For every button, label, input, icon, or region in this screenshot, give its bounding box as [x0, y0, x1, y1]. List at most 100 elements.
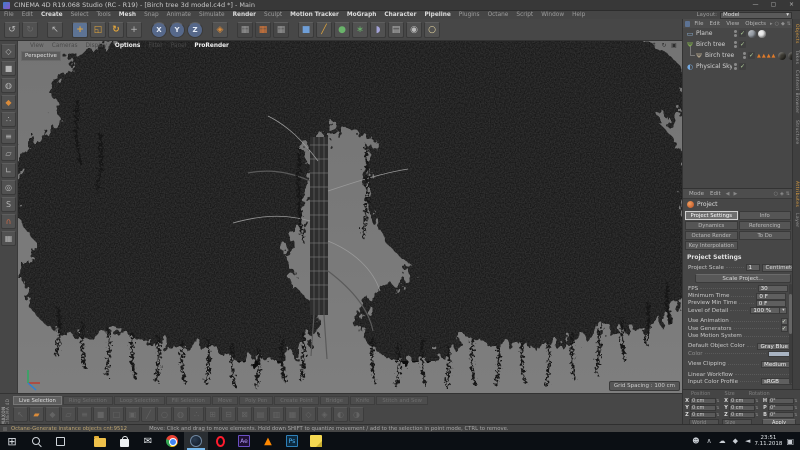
menu-item[interactable]: Help [568, 12, 589, 18]
scale-project-button[interactable]: Scale Project... [695, 274, 791, 283]
coordinate-field[interactable]: X0 cm⇅ [723, 397, 762, 404]
attribute-field-row[interactable]: Minimum Time 0 F Max [683, 292, 800, 299]
snap-icon[interactable]: S [1, 197, 16, 212]
menu-item[interactable]: Motion Tracker [286, 12, 343, 18]
texture-tag[interactable] [758, 30, 766, 38]
attribute-tab[interactable]: To Do [739, 231, 792, 240]
attribute-tab[interactable]: Octane Render [685, 231, 738, 240]
light-icon[interactable]: ○ [424, 22, 440, 38]
enabled-check-icon[interactable]: ✓ [739, 41, 746, 48]
object-name[interactable]: Birch tree [696, 41, 732, 48]
make-editable-icon[interactable]: ◇ [1, 44, 16, 59]
sticky-notes-icon[interactable] [304, 432, 328, 450]
tool-icon[interactable]: ⊠ [237, 407, 252, 422]
last-tool-icon[interactable]: + [126, 22, 142, 38]
Birch tree[interactable]: Ψ Birch tree ✓ [683, 39, 800, 50]
chevron-down-icon[interactable]: ▾ [780, 307, 787, 314]
attribute-field-row[interactable]: Use Generators ✓ Use [683, 325, 800, 332]
rotation-header[interactable]: Rotation [749, 391, 770, 397]
viewport-menu-item[interactable]: Cameras [48, 43, 82, 49]
defender-icon[interactable]: ◆ [733, 437, 738, 445]
tool-icon[interactable]: ▥ [269, 407, 284, 422]
attribute-field-row[interactable]: Level of Detail 100 % ▾ Ren [683, 307, 800, 314]
attribute-object-row[interactable]: Project [683, 199, 800, 210]
tool-tab[interactable]: Knife [350, 396, 375, 405]
object-manager-menu-item[interactable]: Objects [742, 21, 769, 27]
view-label[interactable]: Perspective [21, 51, 61, 61]
cinema4d-icon[interactable] [184, 432, 208, 450]
menu-item[interactable]: Snap [140, 12, 163, 18]
tool-icon[interactable]: ╱ [141, 407, 156, 422]
file-explorer-icon[interactable] [88, 432, 112, 450]
primitive-cube-icon[interactable]: ■ [298, 22, 314, 38]
menu-item[interactable]: Create [37, 12, 67, 18]
menu-item[interactable]: Mesh [115, 12, 140, 18]
texture-tag[interactable] [748, 30, 756, 38]
tool-tab[interactable]: Move [212, 396, 238, 405]
menu-item[interactable]: Edit [18, 12, 37, 18]
object-name[interactable]: Plane [696, 30, 732, 37]
tool-icon[interactable]: ▤ [253, 407, 268, 422]
coord-system-icon[interactable]: ◈ [212, 22, 228, 38]
select-tool-icon[interactable]: ↖ [47, 22, 63, 38]
lock-x-icon[interactable]: X [151, 22, 167, 38]
attribute-tab[interactable]: Project Settings [685, 211, 738, 220]
tool-icon[interactable]: ▱ [61, 407, 76, 422]
undo-icon[interactable]: ↺ [4, 22, 20, 38]
attribute-field-row[interactable]: Default Object Color Gray Blue ▾ [683, 343, 800, 350]
attribute-menu-item[interactable]: Edit [707, 191, 724, 197]
object-manager-menu-item[interactable]: File [691, 21, 706, 27]
attribute-field-row[interactable]: Use Animation ✓ Use [683, 318, 800, 325]
field-value[interactable]: 0 F [756, 293, 786, 300]
menu-item[interactable]: Octane [484, 12, 513, 18]
title-bar[interactable]: CINEMA 4D R19.068 Studio (RC - R19) - [B… [0, 0, 800, 11]
menu-item[interactable]: Simulate [195, 12, 229, 18]
visibility-dots[interactable] [743, 52, 746, 59]
menu-item[interactable]: Animate [163, 12, 195, 18]
tool-tab[interactable]: Ring Selection [63, 396, 113, 405]
tool-icon[interactable]: ◍ [173, 407, 188, 422]
viewport-canvas[interactable] [18, 41, 682, 393]
move-tool-icon[interactable]: + [72, 22, 88, 38]
viewport-menu-item[interactable]: Panel [167, 43, 191, 49]
close-button[interactable]: × [783, 0, 800, 10]
field-checkbox[interactable]: ✓ [781, 318, 788, 325]
menu-item[interactable]: Plugins [455, 12, 484, 18]
tool-icon[interactable]: ▣ [125, 407, 140, 422]
visibility-dots[interactable] [734, 30, 737, 37]
enabled-check-icon[interactable]: ✓ [748, 52, 755, 59]
tool-icon[interactable]: ⊞ [205, 407, 220, 422]
people-icon[interactable]: ☻ [692, 437, 699, 445]
render-view-icon[interactable]: ▦ [237, 22, 253, 38]
enabled-check-icon[interactable]: ✓ [739, 30, 746, 37]
dolly-view-icon[interactable]: ↕ [650, 42, 658, 50]
attribute-header-icon[interactable]: ⇅ [786, 191, 790, 197]
tray-expand-icon[interactable]: ∧ [707, 437, 712, 445]
workplane-icon[interactable]: ▦ [1, 231, 16, 246]
solo-mode-icon[interactable]: ◎ [1, 180, 16, 195]
layout-selector[interactable]: Layout: Model▾ [696, 11, 792, 19]
project-scale-field[interactable]: Project Scale 1 Centimeter [683, 263, 800, 272]
tool-tab[interactable]: Loop Selection [114, 396, 165, 405]
maximize-button[interactable]: ▢ [765, 0, 782, 10]
menu-item[interactable]: File [0, 12, 18, 18]
panel-vertical-tab[interactable]: Layer [794, 213, 799, 228]
photoshop-icon[interactable]: Ps [280, 432, 304, 450]
object-name[interactable]: Birch tree [705, 52, 741, 59]
object-manager-menu-item[interactable]: View [723, 21, 742, 27]
viewport-menu-item[interactable]: Display [82, 43, 111, 49]
enabled-check-icon[interactable]: ✓ [739, 63, 746, 70]
field-value[interactable]: 30 [758, 285, 788, 292]
panel-vertical-tab[interactable]: Attributes [794, 181, 799, 207]
object-name[interactable]: Physical Sky [696, 63, 732, 70]
Plane[interactable]: ▭ Plane ✓ [683, 28, 800, 39]
field-value[interactable]: 0 F [756, 300, 786, 307]
taskbar-clock[interactable]: 23:51 7.11.2018 [754, 435, 782, 447]
tool-icon[interactable]: ∴ [189, 407, 204, 422]
tool-icon[interactable]: ◈ [317, 407, 332, 422]
task-view-button[interactable] [48, 432, 72, 450]
after-effects-icon[interactable]: Ae [232, 432, 256, 450]
attribute-tab[interactable]: Dynamics [685, 221, 738, 230]
texture-tag[interactable] [778, 52, 786, 60]
deformers-icon[interactable]: ◗ [370, 22, 386, 38]
